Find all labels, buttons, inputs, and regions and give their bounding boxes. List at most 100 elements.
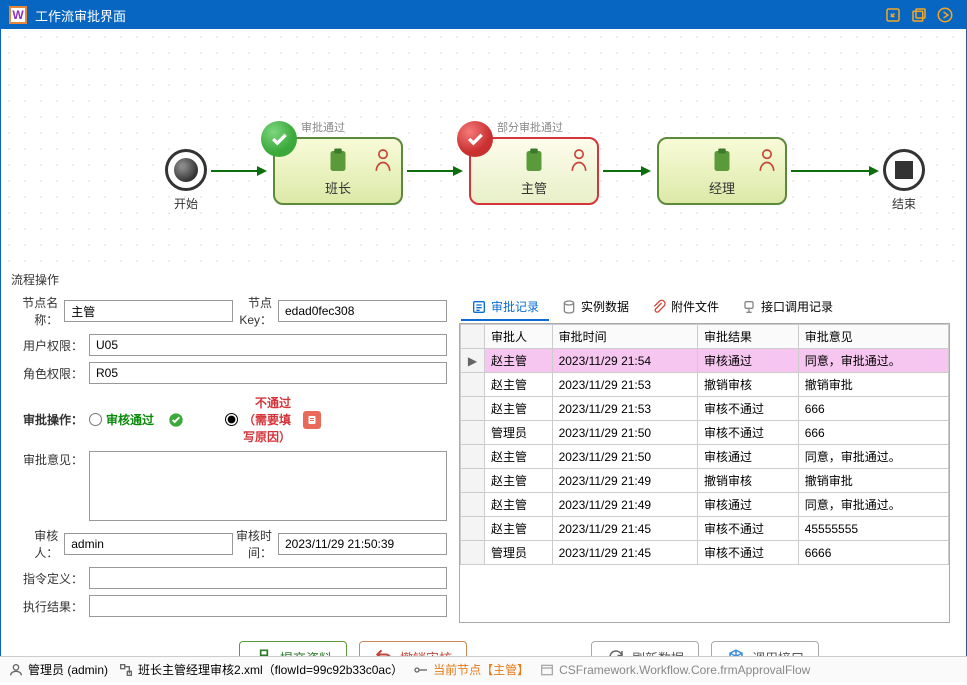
task-node-2[interactable]: 部分审批通过 主管: [469, 137, 599, 205]
api-icon: [741, 299, 757, 315]
workflow-canvas[interactable]: 开始 审批通过 班长 部分审批通过 主管 经理: [1, 29, 966, 269]
clipboard-icon: [323, 146, 353, 176]
task-node-1[interactable]: 审批通过 班长: [273, 137, 403, 205]
exec-result-input[interactable]: [89, 595, 447, 617]
arrow: [211, 170, 265, 172]
table-row[interactable]: 赵主管2023/11/29 21:53撤销审核撤销审批: [461, 373, 949, 397]
table-row[interactable]: 赵主管2023/11/29 21:49撤销审核撤销审批: [461, 469, 949, 493]
user-perm-input[interactable]: [89, 334, 447, 356]
table-row[interactable]: 管理员2023/11/29 21:45审核不通过6666: [461, 541, 949, 565]
attach-icon: [651, 299, 667, 315]
table-cell: 6666: [798, 541, 948, 565]
sb-current-node: 当前节点【主管】: [413, 661, 529, 678]
table-cell: 审核不通过: [698, 517, 799, 541]
data-icon: [561, 299, 577, 315]
node-key-input[interactable]: [278, 300, 447, 322]
table-cell: 撤销审批: [798, 373, 948, 397]
table-cell: 撤销审核: [698, 373, 799, 397]
radio-pass[interactable]: 审核通过: [89, 411, 155, 428]
table-cell: 审核通过: [698, 349, 799, 373]
person-icon: [373, 147, 393, 173]
list-icon: [471, 299, 487, 315]
table-cell: 2023/11/29 21:49: [552, 469, 697, 493]
end-node[interactable]: 结束: [883, 149, 925, 212]
col-reviewer[interactable]: 审批人: [485, 325, 553, 349]
table-cell: 管理员: [485, 541, 553, 565]
table-cell: 审核不通过: [698, 397, 799, 421]
table-cell: 2023/11/29 21:50: [552, 421, 697, 445]
table-cell: 审核通过: [698, 493, 799, 517]
table-row[interactable]: 管理员2023/11/29 21:50审核不通过666: [461, 421, 949, 445]
label-exec-result: 执行结果：: [17, 598, 83, 615]
review-time-input[interactable]: [278, 533, 447, 555]
row-marker-cell: [461, 445, 485, 469]
row-marker-cell: [461, 421, 485, 445]
approval-grid: 审批人 审批时间 审批结果 审批意见 ▶赵主管2023/11/29 21:54审…: [460, 324, 949, 565]
table-row[interactable]: 赵主管2023/11/29 21:49审核通过同意，审批通过。: [461, 493, 949, 517]
node-icon: [413, 662, 429, 678]
role-perm-input[interactable]: [89, 362, 447, 384]
table-cell: 2023/11/29 21:49: [552, 493, 697, 517]
col-opinion[interactable]: 审批意见: [798, 325, 948, 349]
left-form: 节点名称： 节点Key： 用户权限： 角色权限： 审批操作： 审核通过 不通过（…: [17, 294, 447, 623]
window-title: 工作流审批界面: [35, 6, 880, 25]
tab-bar: 审批记录 实例数据 附件文件 接口调用记录: [459, 294, 950, 321]
table-cell: 审核不通过: [698, 541, 799, 565]
start-label: 开始: [165, 195, 207, 212]
col-result[interactable]: 审批结果: [698, 325, 799, 349]
label-action: 审批操作：: [17, 411, 83, 428]
reviewer-input[interactable]: [64, 533, 233, 555]
table-cell: 赵主管: [485, 397, 553, 421]
opinion-textarea[interactable]: [89, 451, 447, 521]
table-row[interactable]: 赵主管2023/11/29 21:45审核不通过45555555: [461, 517, 949, 541]
arrow: [603, 170, 649, 172]
status-badge-partial-icon: [457, 121, 493, 157]
person-icon: [569, 147, 589, 173]
reject-note-icon: [303, 411, 321, 429]
start-node[interactable]: 开始: [165, 149, 207, 212]
sb-file: 班长主管经理审核2.xml（flowId=99c92b33c0ac）: [118, 661, 403, 678]
table-cell: 赵主管: [485, 373, 553, 397]
sb-class: CSFramework.Workflow.Core.frmApprovalFlo…: [539, 662, 810, 678]
table-cell: 2023/11/29 21:45: [552, 541, 697, 565]
table-cell: 审核通过: [698, 445, 799, 469]
table-cell: 赵主管: [485, 349, 553, 373]
radio-reject[interactable]: 不通过（需要填写原因）: [225, 394, 291, 445]
table-cell: 同意，审批通过。: [798, 493, 948, 517]
close-button[interactable]: [932, 4, 958, 26]
minimize-button[interactable]: [880, 4, 906, 26]
tab-attachments[interactable]: 附件文件: [641, 294, 729, 321]
table-row[interactable]: 赵主管2023/11/29 21:53审核不通过666: [461, 397, 949, 421]
row-marker-cell: [461, 397, 485, 421]
arrow: [407, 170, 461, 172]
label-cmd-def: 指令定义：: [17, 570, 83, 587]
table-cell: 撤销审批: [798, 469, 948, 493]
grid-wrap[interactable]: 审批人 审批时间 审批结果 审批意见 ▶赵主管2023/11/29 21:54审…: [459, 323, 950, 623]
check-circle-icon: [167, 411, 185, 429]
task-label: 班长: [325, 178, 351, 197]
table-cell: 45555555: [798, 517, 948, 541]
cmd-def-input[interactable]: [89, 567, 447, 589]
table-cell: 赵主管: [485, 445, 553, 469]
maximize-button[interactable]: [906, 4, 932, 26]
statusbar: 管理员 (admin) 班长主管经理审核2.xml（flowId=99c92b3…: [0, 656, 967, 682]
app-icon: W: [9, 6, 27, 24]
table-cell: 2023/11/29 21:50: [552, 445, 697, 469]
table-cell: 赵主管: [485, 493, 553, 517]
col-time[interactable]: 审批时间: [552, 325, 697, 349]
tab-api-log[interactable]: 接口调用记录: [731, 294, 843, 321]
flow-icon: [118, 662, 134, 678]
task-node-3[interactable]: 经理: [657, 137, 787, 205]
clipboard-icon: [519, 146, 549, 176]
titlebar: W 工作流审批界面: [1, 1, 966, 29]
tab-approval-log[interactable]: 审批记录: [461, 294, 549, 321]
table-row[interactable]: ▶赵主管2023/11/29 21:54审核通过同意，审批通过。: [461, 349, 949, 373]
status-text: 部分审批通过: [497, 119, 563, 135]
tab-instance-data[interactable]: 实例数据: [551, 294, 639, 321]
table-row[interactable]: 赵主管2023/11/29 21:50审核通过同意，审批通过。: [461, 445, 949, 469]
user-icon: [8, 662, 24, 678]
ops-section-title: 流程操作: [1, 269, 966, 290]
label-node-key: 节点Key：: [233, 294, 272, 328]
node-name-input[interactable]: [64, 300, 233, 322]
table-cell: 撤销审核: [698, 469, 799, 493]
